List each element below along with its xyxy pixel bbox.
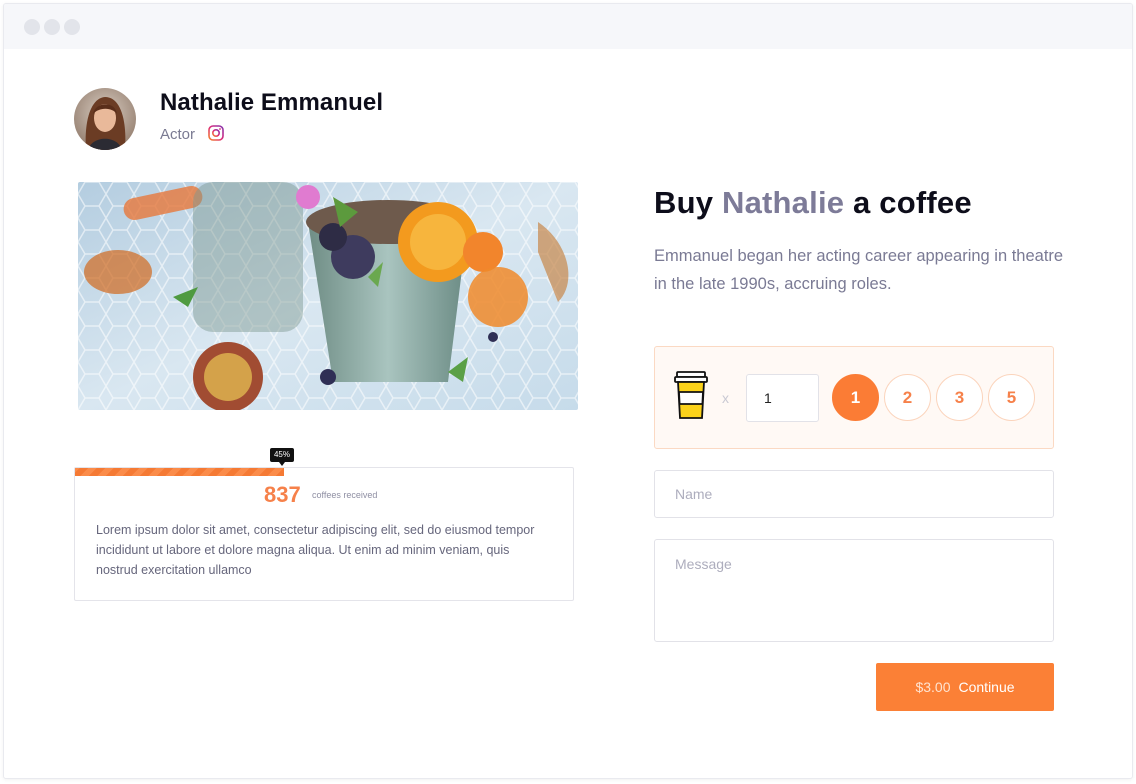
title-prefix: Buy	[654, 185, 714, 220]
profile-role: Actor	[160, 126, 196, 143]
stats-card: 837 coffees received Lorem ipsum dolor s…	[74, 467, 574, 601]
window-dot-close[interactable]	[24, 19, 40, 35]
quantity-input[interactable]	[746, 374, 819, 422]
continue-button[interactable]: $3.00 Continue	[876, 663, 1054, 711]
title-highlight: Nathalie	[722, 185, 845, 220]
continue-label: Continue	[958, 679, 1015, 695]
profile-name: Nathalie Emmanuel	[160, 89, 384, 116]
multiplier-symbol: x	[722, 390, 729, 406]
coffee-cup-icon	[674, 371, 708, 421]
page-title: Buy Nathalie a coffee	[654, 185, 972, 221]
window-dot-maximize[interactable]	[64, 19, 80, 35]
coffee-count-label: coffees received	[312, 490, 378, 500]
title-suffix: a coffee	[853, 185, 972, 220]
message-field[interactable]	[654, 539, 1054, 642]
hero-image	[78, 182, 578, 410]
coffee-picker: x 1 2 3 5	[654, 346, 1054, 449]
window-dot-minimize[interactable]	[44, 19, 60, 35]
window-titlebar	[4, 4, 1132, 49]
instagram-icon[interactable]	[208, 125, 224, 141]
quantity-option-3[interactable]: 3	[936, 374, 983, 421]
price-label: $3.00	[915, 679, 951, 695]
coffee-count: 837	[264, 482, 301, 507]
progress-tooltip: 45%	[270, 448, 294, 466]
quantity-option-1[interactable]: 1	[832, 374, 879, 421]
quantity-option-5[interactable]: 5	[988, 374, 1035, 421]
avatar	[74, 88, 136, 150]
progress-fill	[75, 468, 284, 476]
creator-bio: Lorem ipsum dolor sit amet, consectetur …	[96, 523, 535, 577]
name-field[interactable]	[654, 470, 1054, 518]
support-description: Emmanuel began her acting career appeari…	[654, 247, 1064, 293]
quantity-option-2[interactable]: 2	[884, 374, 931, 421]
progress-bar	[75, 468, 573, 476]
